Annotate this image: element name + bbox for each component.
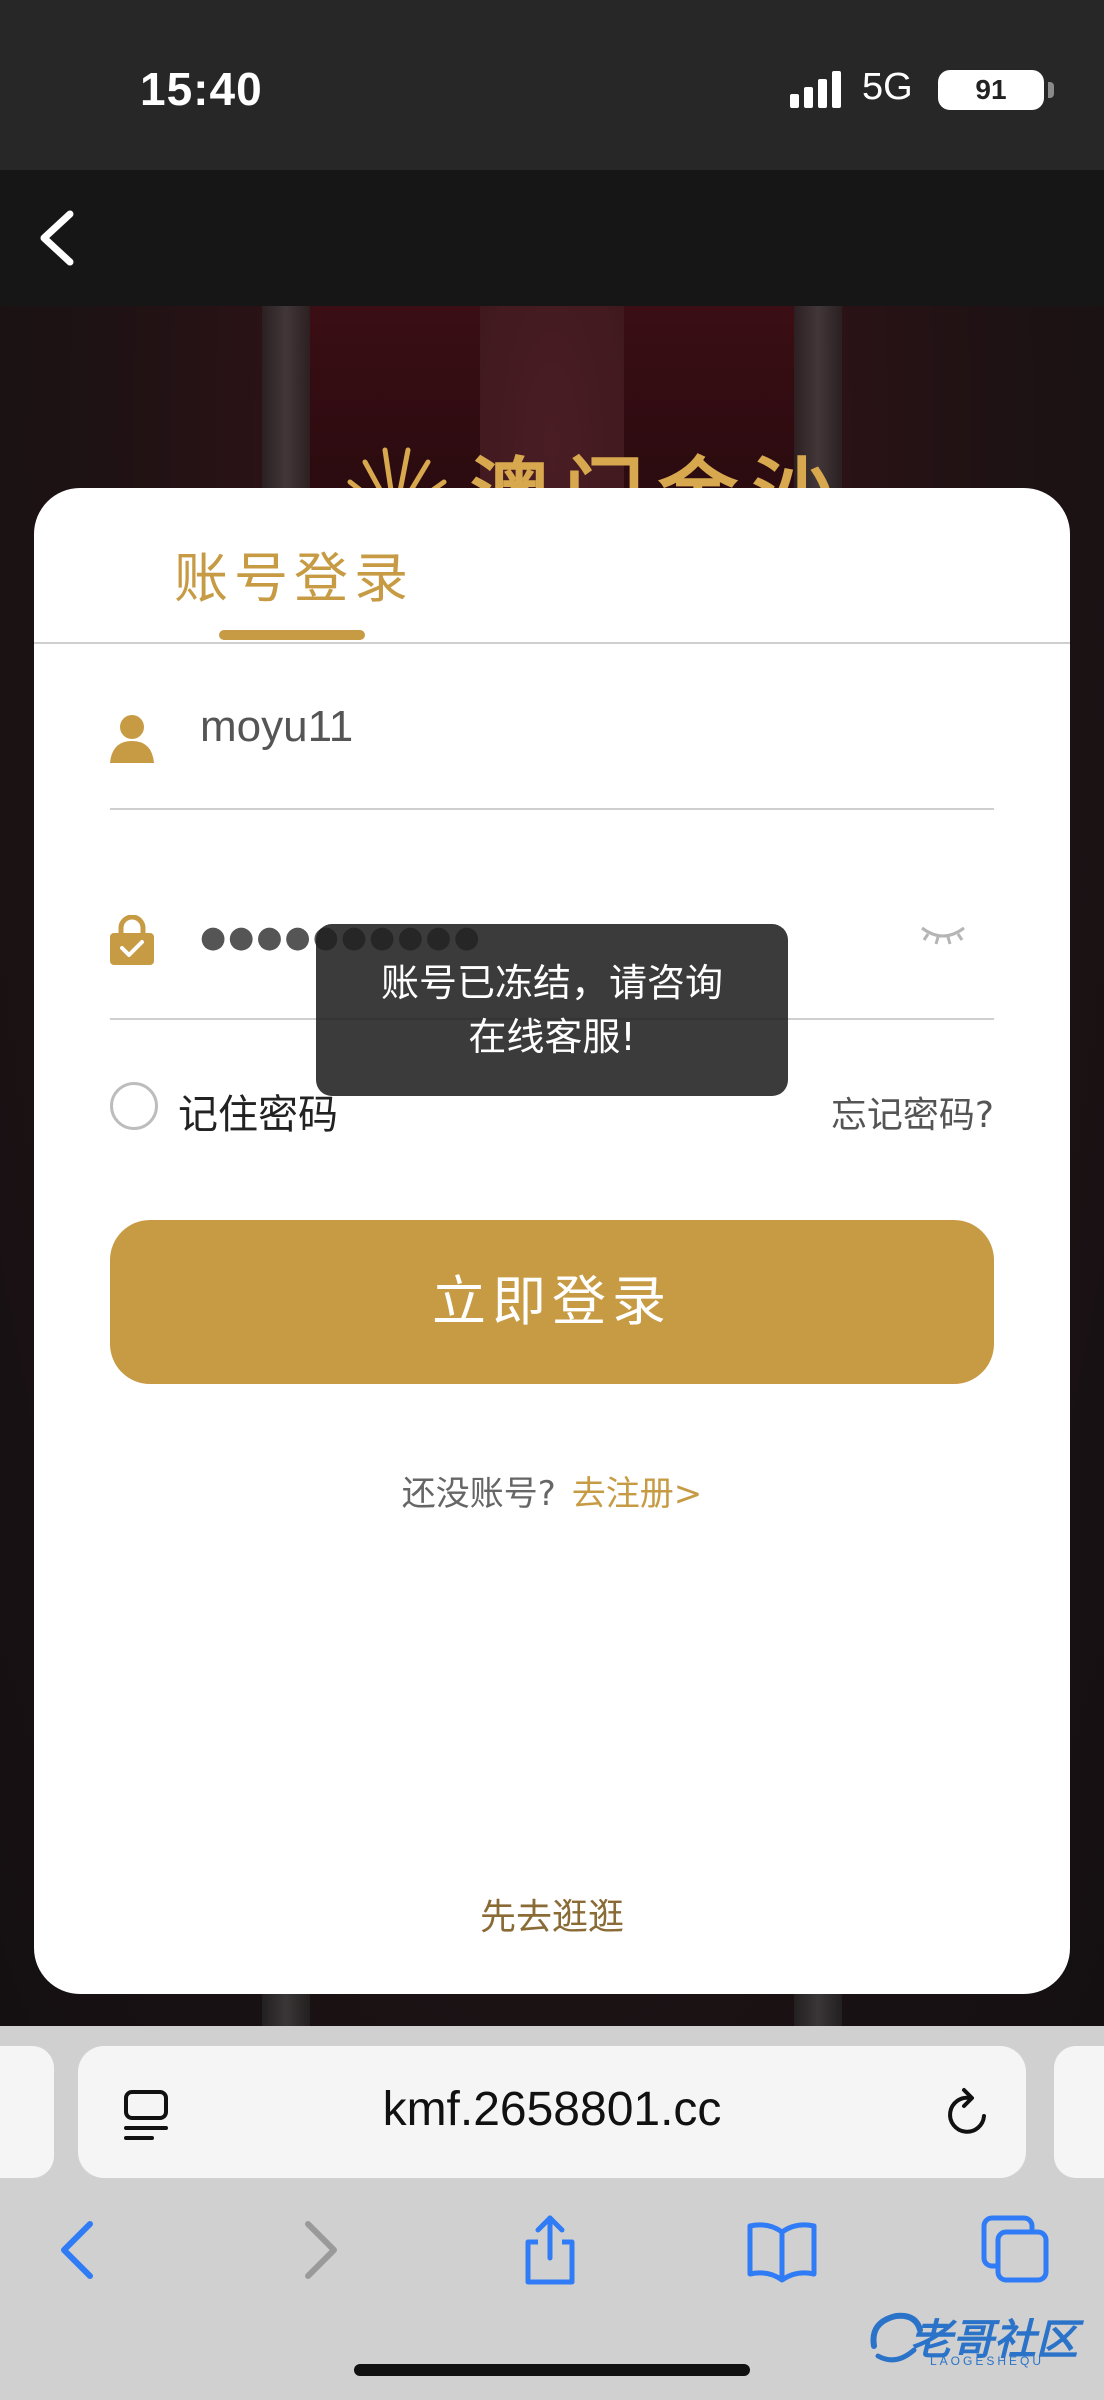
browse-first-link[interactable]: 先去逛逛 <box>34 1888 1070 1940</box>
reload-icon[interactable] <box>942 2086 994 2140</box>
nav-bar <box>0 170 1104 306</box>
remember-label: 记住密码 <box>178 1092 338 1138</box>
tab-divider <box>34 642 1070 644</box>
battery-icon: 91 <box>938 70 1054 110</box>
username-field[interactable]: moyu11 <box>110 668 994 810</box>
url-text[interactable]: kmf.2658801.cc <box>78 2082 1026 2137</box>
tab-underline <box>219 630 365 640</box>
remember-radio[interactable] <box>110 1082 158 1130</box>
tabs-icon[interactable] <box>980 2214 1052 2286</box>
address-bar[interactable]: kmf.2658801.cc <box>78 2046 1026 2178</box>
register-prompt: 还没账号? <box>401 1474 556 1514</box>
login-button[interactable]: 立即登录 <box>110 1220 994 1384</box>
watermark-subtext: LAOGESHEQU <box>930 2354 1045 2368</box>
error-toast: 账号已冻结，请咨询 在线客服! <box>316 924 788 1096</box>
status-bar: 15:40 5G 91 <box>0 0 1104 170</box>
toast-line-2: 在线客服! <box>468 1015 636 1059</box>
toast-line-1: 账号已冻结，请咨询 <box>380 961 723 1005</box>
tab-account-login[interactable]: 账号登录 <box>174 534 414 613</box>
network-type: 5G <box>862 66 913 108</box>
home-indicator <box>354 2364 750 2376</box>
previous-tab-peek[interactable] <box>0 2046 54 2178</box>
back-arrow-icon[interactable] <box>44 2214 116 2286</box>
chevron-left-icon[interactable] <box>30 206 90 270</box>
signal-icon <box>790 71 841 108</box>
status-time: 15:40 <box>140 63 263 115</box>
login-card: 账号登录 moyu11 ●●●●●●●●●● 账号已冻结，请咨询 在线客服! 记… <box>34 488 1070 1994</box>
register-link[interactable]: 去注册> <box>572 1474 703 1514</box>
register-row: 还没账号? 去注册> <box>34 1466 1070 1515</box>
battery-tip <box>1048 82 1054 98</box>
next-tab-peek[interactable] <box>1054 2046 1104 2178</box>
share-icon[interactable] <box>514 2214 586 2286</box>
bookmarks-icon[interactable] <box>746 2214 818 2286</box>
forward-arrow-icon[interactable] <box>282 2214 354 2286</box>
lock-icon <box>110 915 154 965</box>
forgot-password-link[interactable]: 忘记密码? <box>831 1086 994 1138</box>
user-icon <box>110 715 154 763</box>
watermark-logo: 老哥社区 LAOGESHEQU <box>866 2302 1094 2372</box>
battery-level: 91 <box>938 70 1044 110</box>
eye-closed-icon[interactable] <box>920 922 966 946</box>
username-value[interactable]: moyu11 <box>200 702 353 752</box>
